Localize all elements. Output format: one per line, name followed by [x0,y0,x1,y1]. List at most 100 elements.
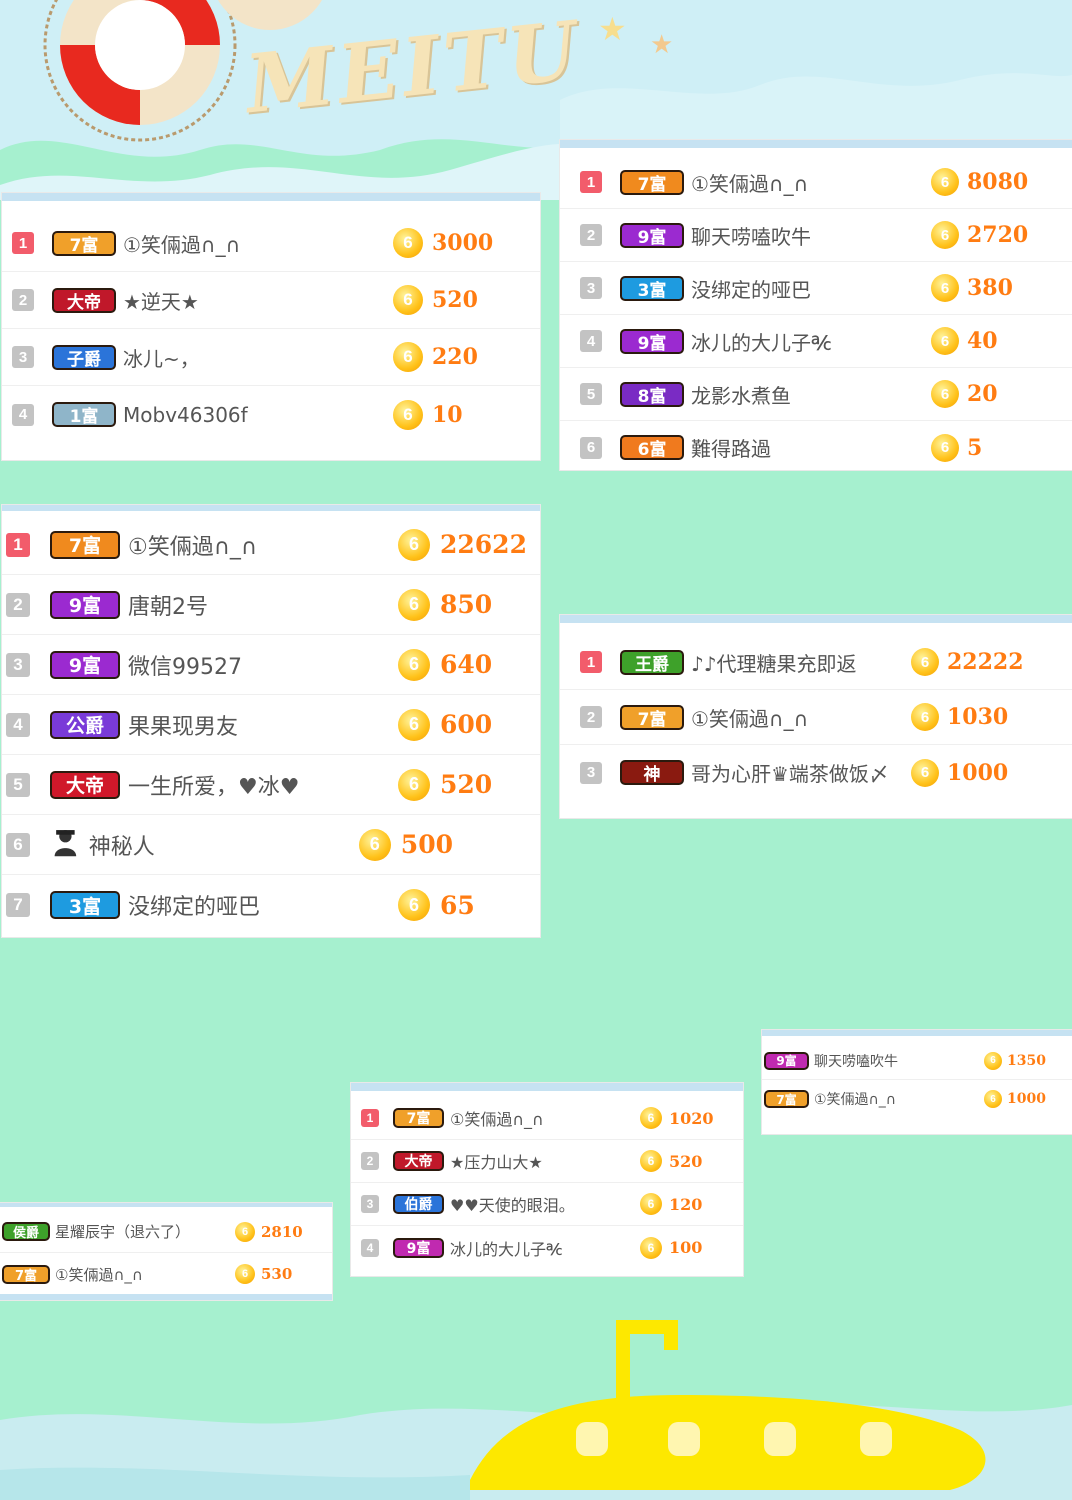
gold-coin-icon: 6 [393,342,423,372]
gold-coin-icon: 6 [931,327,959,355]
rank-badge: 大帝 [50,770,120,799]
coin-amount: 220 [432,344,478,370]
gold-coin-icon: 6 [911,703,939,731]
coin-amount: 1350 [1007,1052,1046,1069]
rank-number: 2 [361,1152,379,1170]
ranking-row[interactable]: 9富 聊天唠嗑吹牛 6 1350 [762,1042,1072,1080]
ranking-row[interactable]: 7富 ①笑倆過∩_∩ 6 1000 [762,1080,1072,1118]
player-name: 没绑定的哑巴 [691,277,811,302]
player-name: 聊天唠嗑吹牛 [691,224,811,249]
rank-badge: 9富 [764,1051,809,1070]
player-name: Mobv46306f [123,402,248,427]
coin-amount: 520 [669,1151,703,1171]
ranking-row[interactable]: 5 8富 龙影水煮鱼 6 20 [560,368,1072,421]
ranking-row[interactable]: 2 7富 ①笑倆過∩_∩ 6 1030 [560,690,1072,745]
gold-coin-icon: 6 [931,433,959,462]
player-name: ①笑倆過∩_∩ [450,1110,544,1129]
rank-badge: 9富 [50,650,120,679]
ranking-row[interactable]: 7富 ①笑倆過∩_∩ 6 530 [0,1253,332,1295]
coin-amount: 22222 [947,649,1024,675]
ranking-row[interactable]: 3 3富 没绑定的哑巴 6 380 [560,262,1072,315]
ranking-row[interactable]: 3 9富 微信99527 6 640 [2,635,540,695]
player-name: 冰儿~， [123,346,200,371]
rank-badge: 7富 [620,704,684,730]
ranking-row[interactable]: 6 6富 難得路過 6 5 [560,421,1072,470]
ranking-row[interactable]: 侯爵 星耀辰宇（退六了） 6 2810 [0,1211,332,1253]
gold-coin-icon: 6 [398,889,430,921]
ranking-row[interactable]: 1 7富 ①笑倆過∩_∩ 6 1020 [351,1097,743,1140]
rank-number: 7 [6,893,30,917]
rank-badge: 9富 [620,222,684,248]
player-name: 聊天唠嗑吹牛 [814,1053,898,1070]
player-name: ①笑倆過∩_∩ [55,1265,143,1284]
gold-coin-icon: 6 [393,399,423,430]
ranking-row[interactable]: 7 3富 没绑定的哑巴 6 65 [2,875,540,935]
gold-coin-icon: 6 [235,1221,255,1242]
ranking-row[interactable]: 3 神哥为心肝♛端茶做饭〆 6 1000 [560,745,1072,800]
ranking-row[interactable]: 1 7富 ①笑倆過∩_∩ 6 3000 [2,215,540,272]
coin-amount: 120 [669,1194,703,1214]
player-name: ①笑倆過∩_∩ [691,706,809,731]
rank-badge: 侯爵 [2,1222,50,1241]
gold-coin-icon: 6 [398,528,430,561]
ranking-row[interactable]: 4 9富 冰儿的大儿子℀ 6 100 [351,1226,743,1269]
rank-number: 3 [12,346,34,368]
gold-coin-icon: 6 [931,168,959,196]
ranking-row[interactable]: 2 大帝 ★压力山大★ 6 520 [351,1140,743,1183]
rank-number: 6 [580,436,602,459]
gold-coin-icon: 6 [984,1051,1002,1070]
rank-badge: 6富 [620,435,684,460]
gold-coin-icon: 6 [911,648,939,676]
player-name: ★压力山大★ [450,1153,543,1172]
player-name: ♥♥天使的眼泪。 [450,1196,575,1215]
rank-badge: 7富 [2,1264,50,1284]
rank-number: 1 [6,532,30,557]
coin-amount: 10 [432,401,463,428]
gold-coin-icon: 6 [358,828,391,861]
coin-amount: 380 [967,275,1013,301]
ranking-row[interactable]: 4 9富 冰儿的大儿子℀ 6 40 [560,315,1072,368]
coin-amount: 600 [440,710,493,739]
ranking-row[interactable]: 3 子爵 冰儿~， 6 220 [2,329,540,386]
ranking-row[interactable]: 4 公爵 果果现男友 6 600 [2,695,540,755]
ranking-row[interactable]: 2 大帝 ★逆天★ 6 520 [2,272,540,329]
player-name: 難得路過 [691,437,771,461]
rank-number: 3 [361,1195,379,1213]
coin-amount: 65 [440,890,475,920]
player-name: 冰儿的大儿子℀ [691,330,832,355]
player-name: 微信99527 [128,654,242,680]
rank-number: 5 [580,383,602,405]
player-name: ①笑倆過∩_∩ [814,1092,897,1108]
ranking-row[interactable]: 1 王爵 ♪♪代理糖果充即返 6 22222 [560,635,1072,690]
rank-number: 1 [12,232,34,254]
gold-coin-icon: 6 [931,380,959,408]
gold-coin-icon: 6 [640,1107,662,1129]
rank-badge: 大帝 [393,1151,444,1171]
mystery-person-icon [50,827,81,862]
ranking-row[interactable]: 1 7富 ①笑倆過∩_∩ 6 8080 [560,156,1072,209]
coin-amount: 8080 [967,169,1029,195]
ranking-row[interactable]: 3 伯爵 ♥♥天使的眼泪。 6 120 [351,1183,743,1226]
player-name: 没绑定的哑巴 [128,895,261,920]
ranking-panel-5: 1 7富 ①笑倆過∩_∩ 6 1020 2 大帝 ★压力山大★ 6 520 3 伯爵 ♥♥天使的眼泪。 6… [351,1083,743,1276]
rank-badge: 王爵 [620,649,684,675]
ranking-row[interactable]: 2 9富 唐朝2号 6 850 [2,575,540,635]
star-icon: ★ [598,10,627,48]
coin-amount: 2810 [261,1222,303,1241]
rank-badge: 9富 [393,1237,444,1258]
ranking-row[interactable]: 2 9富 聊天唠嗑吹牛 6 2720 [560,209,1072,262]
gold-coin-icon: 6 [640,1193,662,1215]
ranking-row[interactable]: 6 神秘人 6 500 [2,815,540,875]
ranking-row[interactable]: 1 7富 ①笑倆過∩_∩ 6 22622 [2,515,540,575]
rank-badge: 1富 [52,402,116,427]
ranking-panel-3: 1 7富 ①笑倆過∩_∩ 6 22622 2 9富 唐朝2号 6 850 3 9富 微信99527 6 64… [2,505,540,937]
ranking-row[interactable]: 5 大帝 一生所爱，♥冰♥ 6 520 [2,755,540,815]
coin-amount: 640 [440,650,493,679]
player-name: ①笑倆過∩_∩ [128,534,257,560]
rank-number: 2 [6,592,30,617]
coin-amount: 520 [440,770,493,799]
gold-coin-icon: 6 [640,1236,662,1259]
ranking-row[interactable]: 4 1富 Mobv46306f 6 10 [2,386,540,443]
rank-badge: 8富 [620,381,684,407]
rank-number: 4 [580,330,602,352]
